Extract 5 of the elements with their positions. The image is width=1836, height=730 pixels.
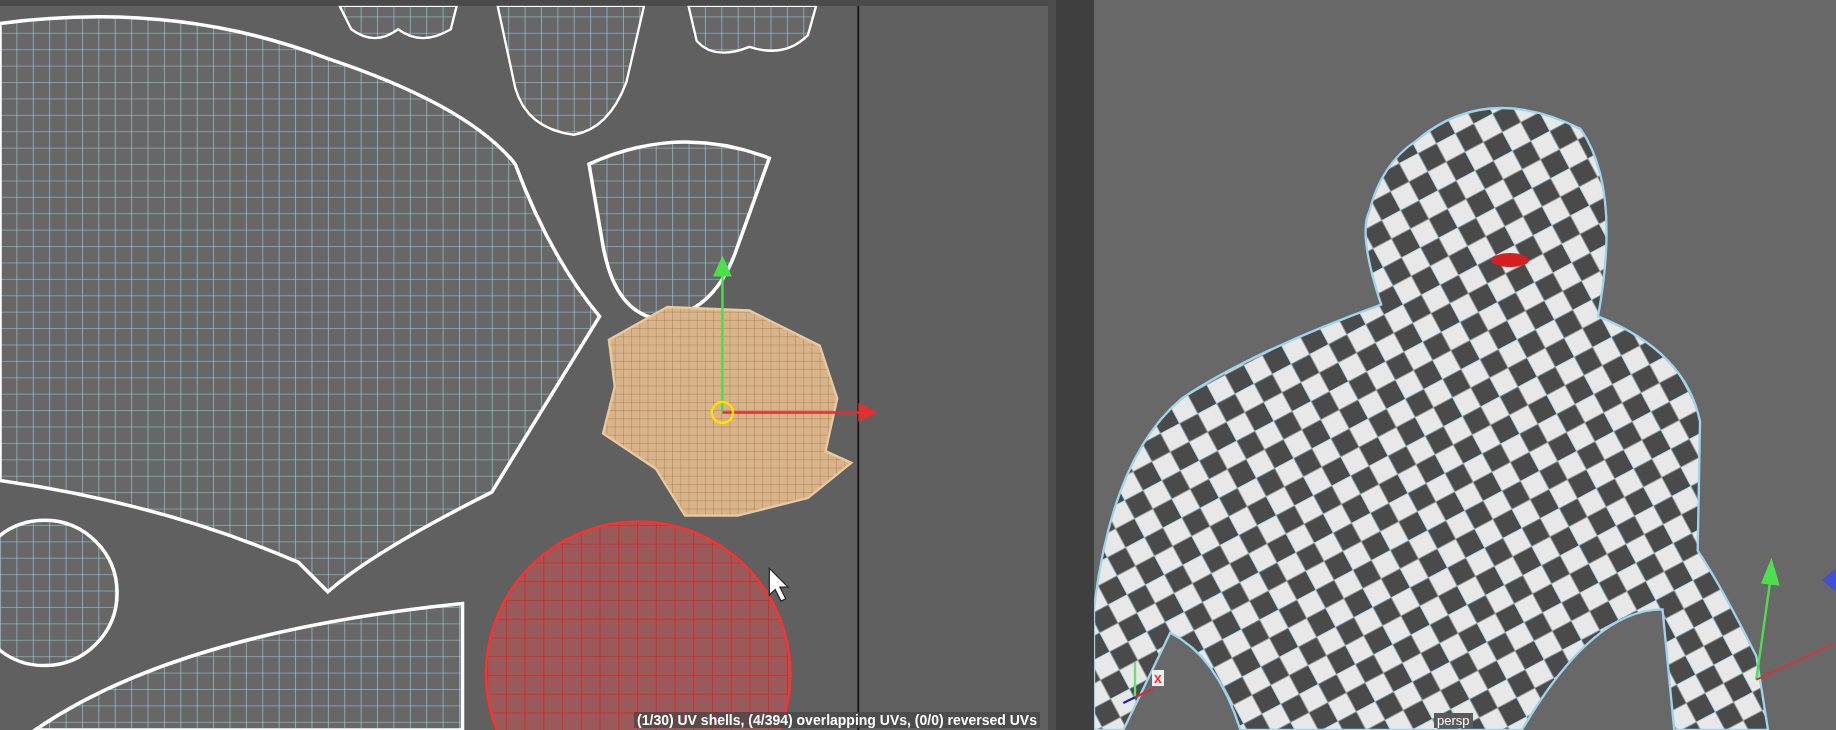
axis-icon	[1122, 662, 1154, 705]
move-manipulator-icon	[1755, 557, 1836, 681]
camera-label: persp	[1434, 713, 1473, 728]
axis-label: x	[1152, 670, 1164, 686]
uv-status-text: (1/30) UV shells, (4/394) overlapping UVs, (0/0) reversed UVs	[634, 712, 1040, 728]
